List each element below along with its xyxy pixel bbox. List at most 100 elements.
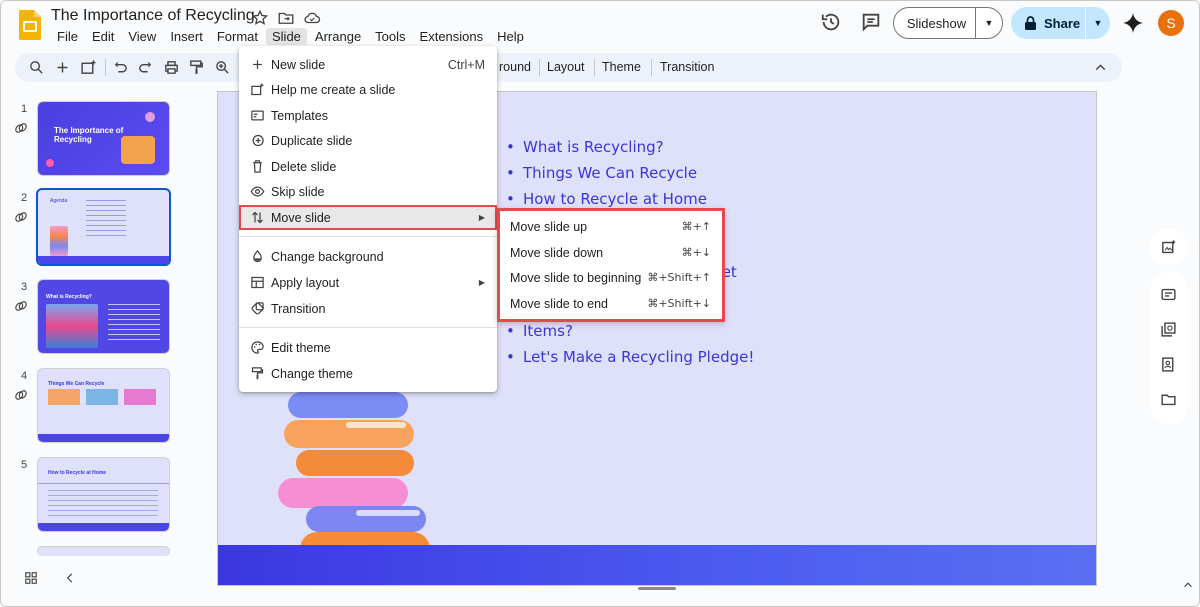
thumbnail-title: What is Recycling?: [46, 294, 92, 300]
toolbar-background[interactable]: round: [499, 60, 531, 74]
zoom-icon[interactable]: [214, 59, 231, 76]
document-title[interactable]: The Importance of Recycling: [51, 7, 255, 25]
agenda-item[interactable]: How to Recycle at Home: [506, 190, 707, 208]
grid-view-icon[interactable]: [24, 571, 38, 585]
submenu-item-move-to-end[interactable]: Move slide to end ⌘+Shift+↓: [500, 291, 722, 316]
menu-item-move-slide[interactable]: Move slide ▶: [239, 205, 497, 230]
paint-format-icon[interactable]: [188, 59, 205, 76]
menu-item-duplicate-slide[interactable]: Duplicate slide: [239, 128, 497, 153]
menu-item-templates[interactable]: Templates: [239, 103, 497, 128]
agenda-item[interactable]: What is Recycling?: [506, 138, 664, 156]
thumbnail-title: How to Recycle at Home: [48, 470, 107, 476]
link-icon: [15, 123, 27, 133]
slideshow-label: Slideshow: [906, 15, 967, 31]
expand-icon[interactable]: [1181, 578, 1195, 592]
add-icon[interactable]: [54, 59, 71, 76]
menu-arrange[interactable]: Arrange: [309, 28, 367, 45]
star-icon[interactable]: [251, 9, 269, 27]
menu-edit[interactable]: Edit: [86, 28, 120, 45]
menu-extensions[interactable]: Extensions: [414, 28, 490, 45]
slide-menu-dropdown: New slide Ctrl+M Help me create a slide …: [239, 46, 497, 392]
menu-format[interactable]: Format: [211, 28, 264, 45]
comments-icon[interactable]: [860, 11, 882, 33]
copy-layers-icon[interactable]: [1160, 321, 1177, 338]
trash-icon: [253, 160, 262, 173]
collapse-chevron-icon[interactable]: [1092, 59, 1109, 76]
menu-item-skip-slide[interactable]: Skip slide: [239, 179, 497, 204]
thumbnail-title: Agenda: [50, 198, 68, 204]
new-slide-icon[interactable]: [80, 59, 97, 76]
menu-item-help-create-slide[interactable]: Help me create a slide: [239, 77, 497, 102]
agenda-item[interactable]: Let's Make a Recycling Pledge!: [506, 348, 754, 366]
move-slide-submenu: Move slide up ⌘+↑ Move slide down ⌘+↓ Mo…: [497, 208, 725, 322]
slide-thumbnail-4[interactable]: Things We Can Recycle: [37, 368, 170, 443]
slide-number: 5: [21, 459, 28, 471]
cloud-status-icon[interactable]: [303, 9, 321, 27]
menu-item-edit-theme[interactable]: Edit theme: [239, 335, 497, 360]
move-folder-icon[interactable]: [277, 9, 295, 27]
sparkle-slide-icon: [251, 82, 265, 96]
menu-item-delete-slide[interactable]: Delete slide: [239, 154, 497, 179]
toolbar-transition[interactable]: Transition: [660, 60, 714, 74]
share-dropdown-icon[interactable]: ▼: [1086, 18, 1110, 28]
slideshow-dropdown-icon[interactable]: ▼: [976, 18, 1002, 28]
slide-thumbnail-6[interactable]: [37, 546, 170, 556]
menu-item-transition[interactable]: Transition: [239, 296, 497, 321]
slides-window: The Importance of Recycling File Edit Vi…: [0, 0, 1200, 607]
history-icon[interactable]: [820, 11, 842, 33]
duplicate-icon: [252, 134, 264, 147]
collapse-filmstrip-icon[interactable]: [63, 571, 77, 585]
slide-number: 3: [21, 281, 28, 293]
slide-thumbnail-2[interactable]: Agenda: [36, 188, 171, 266]
folder-icon[interactable]: [1160, 391, 1177, 408]
menu-help[interactable]: Help: [491, 28, 530, 45]
slide-thumbnail-3[interactable]: What is Recycling?: [37, 279, 170, 354]
toolbar-theme[interactable]: Theme: [602, 60, 641, 74]
slideshow-button[interactable]: Slideshow ▼: [893, 7, 1003, 39]
slides-logo-icon[interactable]: [19, 10, 41, 40]
agenda-item-partial[interactable]: Items?: [506, 322, 573, 340]
menu-item-apply-layout[interactable]: Apply layout ▶: [239, 270, 497, 295]
submenu-item-move-down[interactable]: Move slide down ⌘+↓: [500, 240, 722, 265]
menu-slide[interactable]: Slide: [266, 28, 307, 45]
redo-icon[interactable]: [137, 59, 154, 76]
menu-view[interactable]: View: [122, 28, 162, 45]
submenu-arrow-icon: ▶: [478, 278, 485, 287]
eye-icon: [250, 186, 265, 197]
search-icon[interactable]: [28, 59, 45, 76]
print-icon[interactable]: [163, 59, 180, 76]
paint-drop-icon: [253, 249, 262, 263]
toolbar-layout[interactable]: Layout: [547, 60, 585, 74]
slide-thumbnail-1[interactable]: The Importance of Recycling: [37, 101, 170, 176]
menu-tools[interactable]: Tools: [369, 28, 411, 45]
menu-insert[interactable]: Insert: [164, 28, 209, 45]
books-illustration[interactable]: [276, 382, 436, 572]
insert-image-icon[interactable]: [1160, 239, 1177, 256]
submenu-arrow-icon: ▶: [478, 213, 485, 222]
submenu-item-move-to-beginning[interactable]: Move slide to beginning ⌘+Shift+↑: [500, 265, 722, 290]
contacts-icon[interactable]: [1160, 356, 1177, 373]
templates-icon: [251, 110, 264, 121]
slide-number: 1: [21, 103, 28, 115]
move-icon: [252, 211, 263, 224]
thumbnail-title: The Importance of Recycling: [54, 126, 124, 144]
bottom-band: [218, 545, 1096, 585]
submenu-item-move-up[interactable]: Move slide up ⌘+↑: [500, 214, 722, 239]
link-icon: [15, 212, 27, 222]
thumbnail-title: Things We Can Recycle: [48, 381, 105, 387]
brush-icon: [251, 367, 264, 380]
caption-icon[interactable]: [1160, 286, 1177, 303]
menu-file[interactable]: File: [51, 28, 84, 45]
menu-item-change-background[interactable]: Change background: [239, 244, 497, 269]
menu-item-change-theme[interactable]: Change theme: [239, 361, 497, 386]
menu-item-new-slide[interactable]: New slide Ctrl+M: [239, 52, 497, 77]
slide-thumbnail-5[interactable]: How to Recycle at Home: [37, 457, 170, 532]
gemini-sparkle-icon[interactable]: [1122, 12, 1144, 34]
notes-resize-handle[interactable]: [638, 587, 676, 590]
avatar[interactable]: S: [1158, 10, 1184, 36]
undo-icon[interactable]: [112, 59, 129, 76]
slide-number: 4: [21, 370, 28, 382]
share-label: Share: [1044, 15, 1081, 31]
share-button[interactable]: Share ▼: [1011, 7, 1110, 39]
agenda-item[interactable]: Things We Can Recycle: [506, 164, 697, 182]
